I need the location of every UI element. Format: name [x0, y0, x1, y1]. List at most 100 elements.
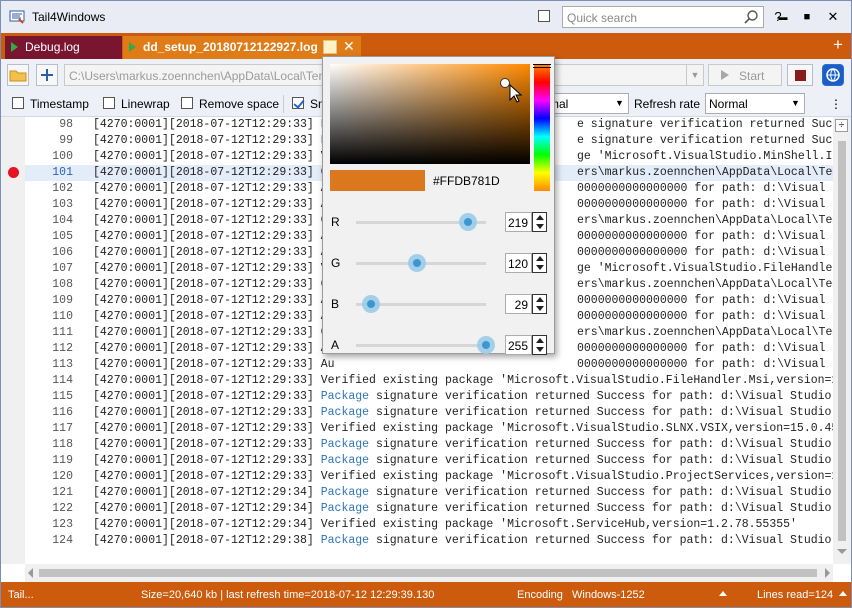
- line-text: Verified existing package 'Microsoft.Vis…: [320, 470, 833, 483]
- line-text: signature verification returned Success …: [369, 406, 833, 419]
- channel-value[interactable]: 29: [505, 294, 532, 314]
- scroll-down-icon[interactable]: [837, 549, 847, 554]
- timestamp-label: Timestamp: [30, 97, 89, 111]
- chevron-down-icon[interactable]: ▼: [611, 94, 628, 113]
- refresh-rate-select[interactable]: Normal ▼: [705, 93, 805, 114]
- line-number: 99: [59, 134, 73, 147]
- channel-value[interactable]: 120: [505, 253, 532, 273]
- line-text-visible: 0000000000000000 for path: d:\Visual Stu…: [577, 358, 833, 371]
- channel-value[interactable]: 219: [505, 212, 532, 232]
- globe-icon: [826, 68, 840, 82]
- log-line[interactable]: 116 [4270:0001][2018-07-12T12:29:33] Pack…: [25, 405, 833, 421]
- channel-row-g: G 120: [323, 250, 556, 276]
- scroll-right-icon[interactable]: [825, 568, 830, 578]
- quick-search-input[interactable]: Quick search: [562, 6, 764, 28]
- log-line[interactable]: 117 [4270:0001][2018-07-12T12:29:33] Veri…: [25, 421, 833, 437]
- plus-icon: [41, 69, 53, 81]
- line-prefix: [4270:0001][2018-07-12T12:29:33]: [93, 358, 321, 371]
- spinner-icon[interactable]: [532, 212, 547, 232]
- line-prefix: [4270:0001][2018-07-12T12:29:33]: [93, 118, 321, 131]
- tab-debug-log[interactable]: Debug.log: [5, 36, 122, 59]
- line-number: 114: [52, 374, 73, 387]
- quick-search-toggle[interactable]: [538, 10, 550, 22]
- smart-watch-checkbox[interactable]: [292, 97, 304, 109]
- hue-marker[interactable]: [533, 64, 551, 68]
- channel-thumb[interactable]: [361, 295, 380, 313]
- log-line[interactable]: 121 [4270:0001][2018-07-12T12:29:34] Pack…: [25, 485, 833, 501]
- search-icon[interactable]: [743, 9, 759, 25]
- tab-close-icon[interactable]: ✕: [343, 38, 355, 55]
- maximize-button[interactable]: ■: [797, 7, 817, 27]
- more-options-icon[interactable]: · · ·: [831, 92, 841, 114]
- line-text: signature verification returned Success …: [369, 502, 833, 515]
- log-line[interactable]: 118 [4270:0001][2018-07-12T12:29:33] Pack…: [25, 437, 833, 453]
- line-prefix: [4270:0001][2018-07-12T12:29:33]: [93, 182, 321, 195]
- chevron-down-icon[interactable]: ▼: [787, 94, 804, 113]
- line-number: 123: [52, 518, 73, 531]
- line-number: 101: [52, 166, 73, 179]
- log-line[interactable]: 123 [4270:0001][2018-07-12T12:29:34] Veri…: [25, 517, 833, 533]
- channel-track[interactable]: [356, 344, 486, 347]
- saturation-value-area[interactable]: [330, 64, 530, 164]
- breakpoint-gutter[interactable]: [1, 117, 25, 564]
- log-line[interactable]: 114 [4270:0001][2018-07-12T12:29:33] Veri…: [25, 373, 833, 389]
- color-swatch-icon[interactable]: [323, 40, 337, 54]
- minimize-button[interactable]: ▬: [773, 7, 793, 27]
- bookmark-marker-icon[interactable]: [8, 167, 19, 178]
- line-prefix: [4270:0001][2018-07-12T12:29:33]: [93, 326, 321, 339]
- remove-space-option[interactable]: Remove space: [181, 97, 279, 111]
- channel-value[interactable]: 255: [505, 335, 532, 355]
- linewrap-checkbox[interactable]: [103, 97, 115, 109]
- log-line[interactable]: 120 [4270:0001][2018-07-12T12:29:33] Veri…: [25, 469, 833, 485]
- web-button[interactable]: [822, 64, 844, 86]
- caret-up-icon[interactable]: [719, 591, 727, 596]
- log-line[interactable]: 122 [4270:0001][2018-07-12T12:29:34] Pack…: [25, 501, 833, 517]
- line-text-visible: 0000000000000000 for path: d:\Visual Stu…: [577, 246, 833, 259]
- timestamp-checkbox[interactable]: [12, 97, 24, 109]
- stop-button[interactable]: [787, 64, 813, 86]
- log-line[interactable]: 119 [4270:0001][2018-07-12T12:29:33] Pack…: [25, 453, 833, 469]
- caret-up-icon[interactable]: [839, 591, 847, 596]
- channel-thumb[interactable]: [458, 213, 477, 231]
- quick-search-placeholder: Quick search: [567, 11, 638, 25]
- add-file-button[interactable]: [36, 64, 58, 86]
- linewrap-option[interactable]: Linewrap: [103, 97, 170, 111]
- channel-thumb[interactable]: [477, 336, 495, 354]
- start-button[interactable]: Start: [708, 64, 782, 86]
- spinner-icon[interactable]: [532, 253, 547, 273]
- encoding-value[interactable]: Windows-1252: [572, 589, 645, 601]
- line-number: 108: [52, 278, 73, 291]
- log-line[interactable]: 115 [4270:0001][2018-07-12T12:29:33] Pack…: [25, 389, 833, 405]
- line-text-visible: ge 'Microsoft.VisualStudio.MinShell.Inte…: [577, 150, 833, 163]
- line-text: signature verification returned Success …: [369, 534, 833, 547]
- horizontal-scrollbar[interactable]: [25, 564, 833, 582]
- line-number: 98: [59, 118, 73, 131]
- vertical-scrollbar[interactable]: ÷: [833, 117, 851, 564]
- start-label: Start: [739, 69, 765, 83]
- status-left: Tail...: [8, 589, 34, 601]
- close-button[interactable]: ✕: [823, 7, 843, 27]
- add-tab-icon[interactable]: +: [833, 35, 843, 55]
- line-number: 116: [52, 406, 73, 419]
- remove-space-checkbox[interactable]: [181, 97, 193, 109]
- spinner-icon[interactable]: [532, 294, 547, 314]
- scroll-left-icon[interactable]: [28, 568, 33, 578]
- title-bar: Tail4Windows Quick search ? ▬ ■ ✕: [1, 1, 851, 33]
- hex-value[interactable]: #FFDB781D: [433, 174, 500, 188]
- horizontal-scroll-thumb[interactable]: [39, 569, 817, 577]
- line-text: Verified existing package 'Microsoft.Vis…: [320, 374, 833, 387]
- channel-thumb[interactable]: [408, 254, 427, 272]
- file-path-text: C:\Users\markus.zoennchen\AppData\Local\…: [69, 69, 336, 83]
- open-folder-button[interactable]: [7, 64, 29, 86]
- line-prefix: [4270:0001][2018-07-12T12:29:34]: [93, 502, 321, 515]
- timestamp-option[interactable]: Timestamp: [12, 97, 89, 111]
- vertical-scroll-thumb[interactable]: [838, 141, 846, 541]
- log-line[interactable]: 113 [4270:0001][2018-07-12T12:29:33] Au 00…: [25, 357, 833, 373]
- hue-slider[interactable]: [533, 64, 551, 191]
- split-view-icon[interactable]: ÷: [835, 119, 848, 132]
- line-number: 111: [52, 326, 73, 339]
- line-prefix: [4270:0001][2018-07-12T12:29:33]: [93, 230, 321, 243]
- log-line[interactable]: 124 [4270:0001][2018-07-12T12:29:38] Pack…: [25, 533, 833, 549]
- chevron-down-icon[interactable]: ▼: [686, 65, 703, 85]
- spinner-icon[interactable]: [532, 335, 547, 355]
